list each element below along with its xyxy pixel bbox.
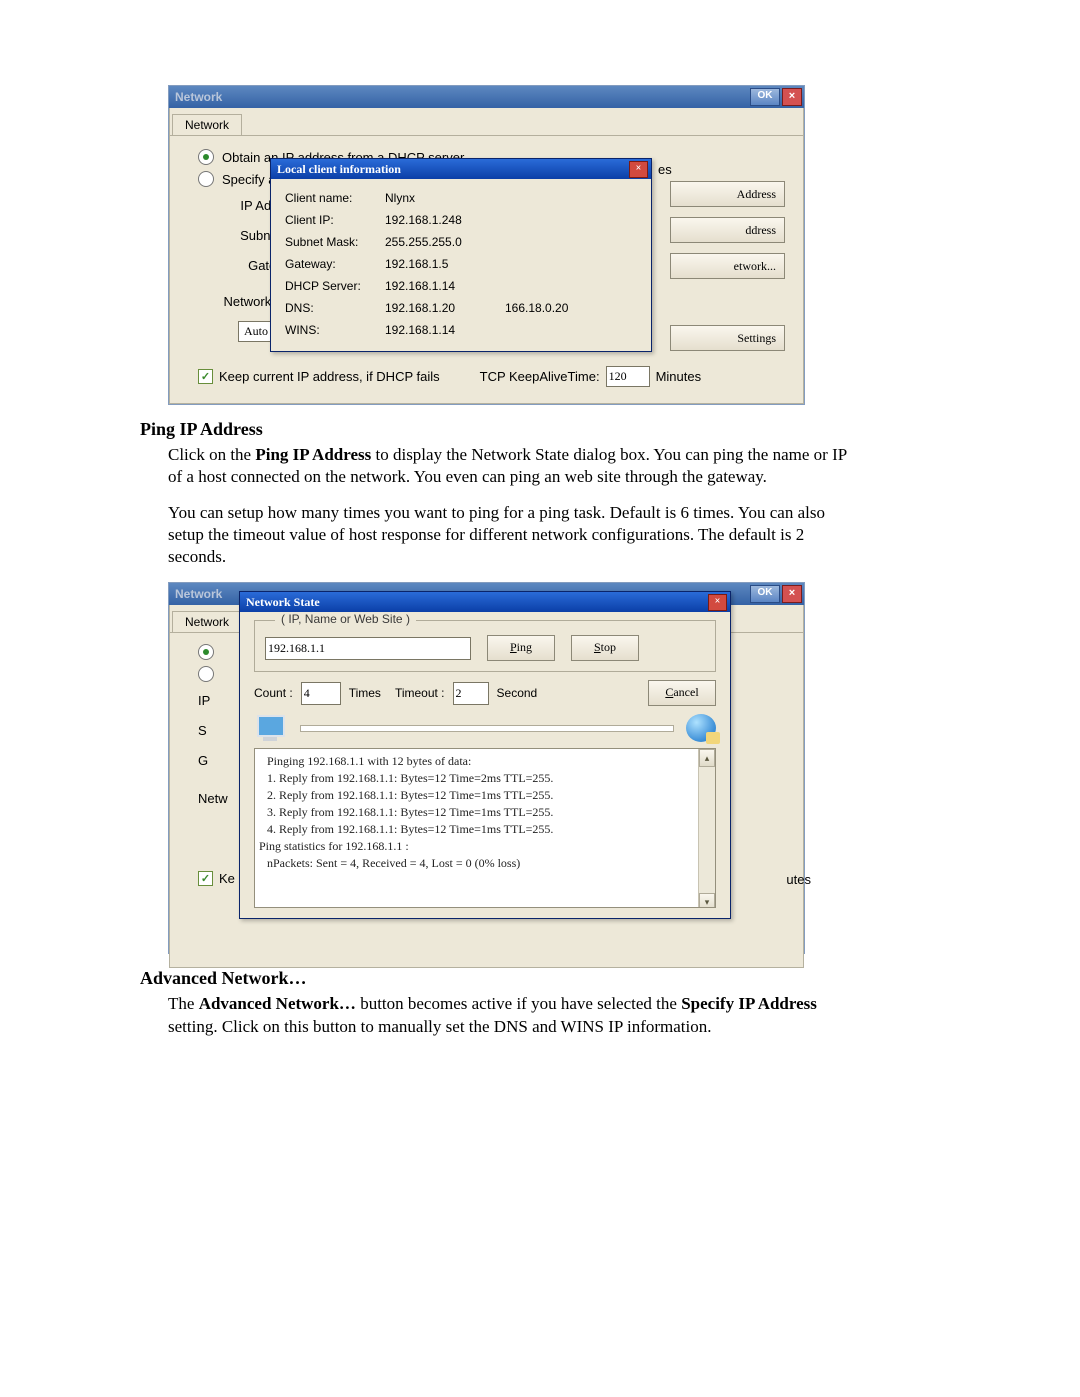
label-g: G (198, 753, 238, 768)
para-advanced: The Advanced Network… button becomes act… (168, 993, 848, 1037)
scrollbar[interactable]: ▴ ▾ (698, 749, 715, 907)
info-value: 192.168.1.248 (385, 213, 505, 227)
network-window-titlebar: Network OK × (169, 86, 804, 108)
tabstrip: Network (170, 108, 803, 136)
label-ip: IP (198, 693, 238, 708)
info-value-2: 166.18.0.20 (505, 301, 605, 315)
heading-ping: Ping IP Address (140, 419, 950, 440)
keepalive-label: TCP KeepAliveTime: (480, 369, 600, 384)
tab-network[interactable]: Network (172, 611, 242, 632)
globe-icon (686, 714, 716, 742)
titlebar-close-button[interactable]: × (782, 585, 802, 603)
output-line: 3. Reply from 192.168.1.1: Bytes=12 Time… (267, 804, 711, 821)
info-key: DNS: (285, 301, 385, 315)
info-key: Subnet Mask: (285, 235, 385, 249)
scroll-up-icon[interactable]: ▴ (699, 749, 715, 767)
tab-network[interactable]: Network (172, 114, 242, 135)
output-line: nPackets: Sent = 4, Received = 4, Lost =… (267, 855, 711, 872)
window-title: Network (175, 587, 222, 601)
info-key: DHCP Server: (285, 279, 385, 293)
info-value: 192.168.1.5 (385, 257, 505, 271)
output-line: Ping statistics for 192.168.1.1 : (259, 838, 711, 855)
ping-button[interactable]: Ping (487, 635, 555, 661)
dialog-title: Network State (246, 592, 320, 612)
screenshot-network-state: Network OK × Network IP S G Netw ✓ Ke (168, 582, 805, 954)
timeout-label: Timeout : (395, 686, 445, 700)
info-value: Nlynx (385, 191, 505, 205)
info-key: WINS: (285, 323, 385, 337)
progress-bar (300, 725, 674, 732)
label-s: S (198, 723, 238, 738)
timeout-input[interactable] (453, 682, 489, 705)
info-value: 192.168.1.14 (385, 279, 505, 293)
side-button-1[interactable]: xAddress (670, 181, 785, 207)
dialog-title: Local client information (277, 159, 401, 179)
fieldset-legend: ( IP, Name or Web Site ) (275, 612, 416, 626)
keep-ip-label: Keep current IP address, if DHCP fails (219, 369, 440, 384)
side-button-4[interactable]: xSettings (670, 325, 785, 351)
titlebar-ok-button[interactable]: OK (750, 88, 780, 106)
info-key: Client name: (285, 191, 385, 205)
side-button-3[interactable]: xetwork... (670, 253, 785, 279)
stop-button[interactable]: Stop (571, 635, 639, 661)
count-label: Count : (254, 686, 293, 700)
second-label: Second (497, 686, 538, 700)
local-client-info-dialog: Local client information × Client name:N… (270, 158, 652, 352)
keep-ip-checkbox[interactable]: ✓ (198, 871, 213, 886)
info-value: 255.255.255.0 (385, 235, 505, 249)
cancel-button[interactable]: Cancel (648, 680, 716, 706)
titlebar-ok-button[interactable]: OK (750, 585, 780, 603)
para-ping-2: You can setup how many times you want to… (168, 502, 848, 568)
output-line: 4. Reply from 192.168.1.1: Bytes=12 Time… (267, 821, 711, 838)
info-value: 192.168.1.14 (385, 323, 505, 337)
keep-ip-checkbox[interactable]: ✓ (198, 369, 213, 384)
times-label: Times (349, 686, 381, 700)
keepalive-input[interactable] (606, 366, 650, 387)
keepalive-unit: Minutes (656, 369, 702, 384)
output-line: Pinging 192.168.1.1 with 12 bytes of dat… (267, 753, 711, 770)
radio-specify-label: Specify a (222, 172, 275, 187)
close-icon[interactable]: × (629, 161, 648, 178)
para-ping-1: Click on the Ping IP Address to display … (168, 444, 848, 488)
titlebar-close-button[interactable]: × (782, 88, 802, 106)
ping-output: Pinging 192.168.1.1 with 12 bytes of dat… (254, 748, 716, 908)
side-button-2[interactable]: xddress (670, 217, 785, 243)
label-ke: Ke (219, 871, 235, 886)
close-icon[interactable]: × (708, 594, 727, 611)
info-key: Gateway: (285, 257, 385, 271)
output-line: 2. Reply from 192.168.1.1: Bytes=12 Time… (267, 787, 711, 804)
host-input[interactable] (265, 637, 471, 660)
count-input[interactable] (301, 682, 341, 705)
label-utes: utes (786, 872, 811, 887)
radio-specify-tail: es (658, 162, 672, 177)
monitor-icon (254, 713, 288, 743)
info-key: Client IP: (285, 213, 385, 227)
info-value: 192.168.1.20 (385, 301, 505, 315)
heading-advanced: Advanced Network… (140, 968, 950, 989)
network-state-dialog: Network State × ( IP, Name or Web Site )… (239, 591, 731, 919)
screenshot-network-localinfo: Network OK × Network Obtain an IP addres… (168, 85, 805, 405)
scroll-down-icon[interactable]: ▾ (699, 893, 715, 908)
window-title: Network (175, 90, 222, 104)
output-line: 1. Reply from 192.168.1.1: Bytes=12 Time… (267, 770, 711, 787)
